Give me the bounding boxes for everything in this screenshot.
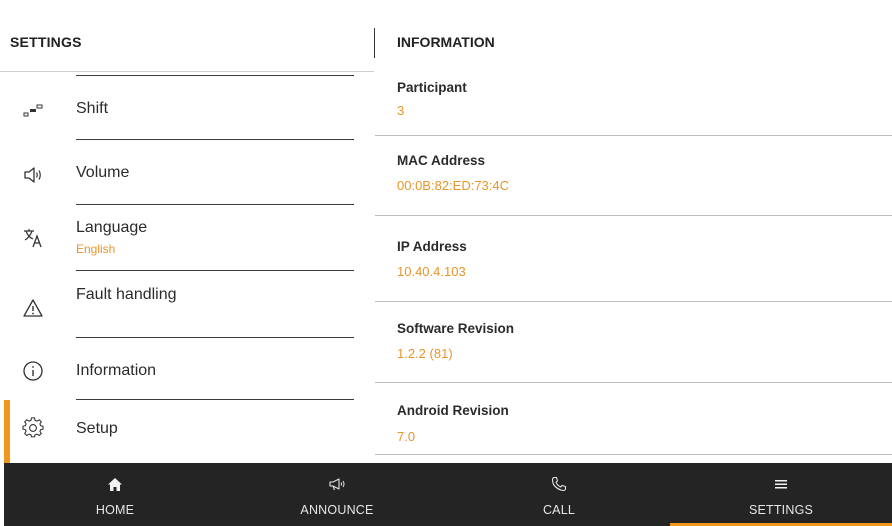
language-icon [22, 227, 44, 249]
info-key: IP Address [397, 239, 467, 254]
info-value: 7.0 [397, 429, 416, 444]
active-indicator [4, 400, 10, 463]
info-icon [22, 360, 44, 382]
nav-label: SETTINGS [748, 503, 814, 517]
menu-item-label: Setup [76, 420, 118, 437]
volume-icon [22, 164, 44, 186]
menu-item-language[interactable]: Language English [0, 205, 374, 270]
menu-item-label: Shift [76, 100, 109, 117]
nav-label: HOME [95, 503, 135, 517]
menu-item-label: Fault handling [76, 286, 177, 303]
shift-icon [22, 100, 44, 122]
information-header: INFORMATION [375, 0, 892, 70]
info-row-android-revision: Android Revision 7.0 [375, 383, 892, 454]
phone-icon [448, 475, 670, 493]
settings-header: SETTINGS [0, 0, 374, 72]
megaphone-icon [226, 475, 448, 493]
menu-item-shift[interactable]: Shift [0, 76, 374, 139]
menu-item-label: Information [76, 362, 157, 379]
info-value: 00:0B:82:ED:73:4C [397, 178, 510, 193]
info-key: MAC Address [397, 153, 486, 168]
menu-item-sublabel: English [76, 242, 116, 256]
info-divider [375, 454, 892, 455]
gear-icon [22, 417, 44, 439]
nav-call[interactable]: CALL [448, 463, 670, 526]
menu-item-setup[interactable]: Setup [0, 400, 374, 463]
bottom-navbar: HOME ANNOUNCE CALL SETTINGS [4, 463, 892, 526]
info-value: 10.40.4.103 [397, 264, 466, 279]
nav-label: CALL [542, 503, 576, 517]
menu-item-information[interactable]: Information [0, 338, 374, 399]
info-row-mac-address: MAC Address 00:0B:82:ED:73:4C [375, 136, 892, 215]
information-panel: Participant 3 MAC Address 00:0B:82:ED:73… [375, 70, 892, 463]
nav-label: ANNOUNCE [300, 503, 374, 517]
menu-item-fault-handling[interactable]: Fault handling [0, 271, 374, 337]
nav-home[interactable]: HOME [4, 463, 226, 526]
menu-item-label: Volume [76, 164, 130, 181]
menu-icon [670, 475, 892, 493]
home-icon [4, 475, 226, 493]
info-value: 3 [397, 103, 405, 118]
menu-item-label: Language [76, 219, 148, 236]
settings-title: SETTINGS [10, 34, 82, 50]
menu-item-volume[interactable]: Volume [0, 140, 374, 204]
info-value: 1.2.2 (81) [397, 346, 453, 361]
nav-announce[interactable]: ANNOUNCE [226, 463, 448, 526]
info-key: Software Revision [397, 321, 515, 336]
info-key: Participant [397, 80, 467, 95]
information-title: INFORMATION [397, 34, 495, 50]
settings-menu: Shift Volume Language English Fault hand… [0, 72, 374, 463]
nav-settings[interactable]: SETTINGS [670, 463, 892, 526]
warning-icon [22, 297, 44, 319]
info-row-participant: Participant 3 [375, 70, 892, 135]
info-key: Android Revision [397, 403, 509, 418]
info-row-software-revision: Software Revision 1.2.2 (81) [375, 302, 892, 382]
info-row-ip-address: IP Address 10.40.4.103 [375, 216, 892, 301]
